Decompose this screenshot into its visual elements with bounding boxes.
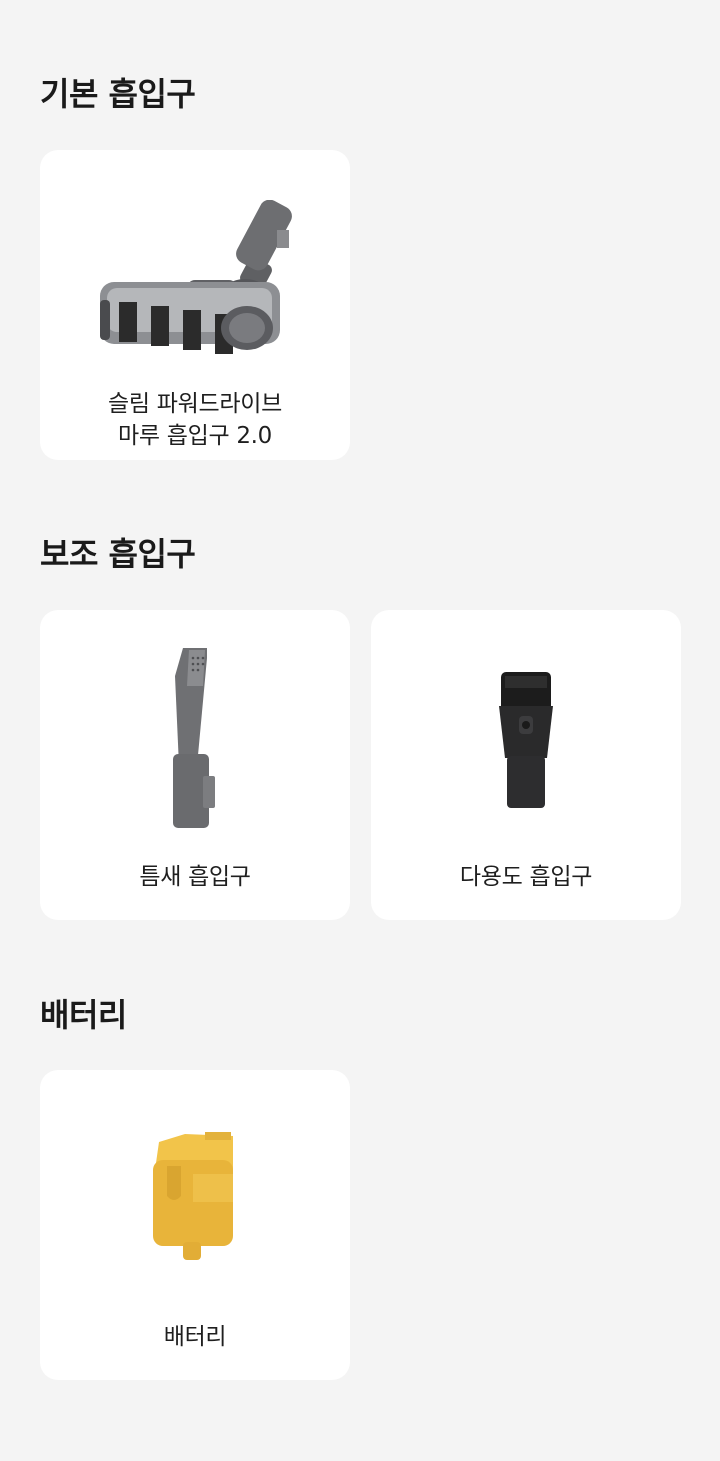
section-title-battery: 배터리	[40, 996, 127, 1034]
powerdrive-floor-nozzle-icon	[40, 200, 350, 370]
product-label-line1: 슬림 파워드라이브	[108, 391, 282, 417]
product-card-crevice-nozzle[interactable]: 틈새 흡입구	[40, 610, 350, 920]
product-label-line2: 마루 흡입구 2.0	[118, 423, 272, 449]
section-title-auxiliary-nozzle: 보조 흡입구	[40, 535, 196, 573]
product-card-battery[interactable]: 배터리	[40, 1070, 350, 1380]
crevice-nozzle-icon	[40, 646, 350, 831]
section-title-basic-nozzle: 기본 흡입구	[40, 75, 196, 113]
battery-icon	[40, 1130, 350, 1265]
product-label: 배터리	[163, 1324, 227, 1350]
product-card-multi-purpose-nozzle[interactable]: 다용도 흡입구	[371, 610, 681, 920]
product-card-powerdrive-nozzle[interactable]: 슬림 파워드라이브 마루 흡입구 2.0	[40, 150, 350, 460]
product-label: 틈새 흡입구	[139, 864, 251, 890]
accessory-list-page: 기본 흡입구 슬림 파워드라이브 마루 흡입구 2.0 보조 흡입구 틈새 흡입…	[0, 0, 720, 1461]
multi-purpose-nozzle-icon	[371, 670, 681, 815]
product-label: 슬림 파워드라이브 마루 흡입구 2.0	[50, 388, 340, 452]
product-label: 다용도 흡입구	[459, 864, 593, 890]
